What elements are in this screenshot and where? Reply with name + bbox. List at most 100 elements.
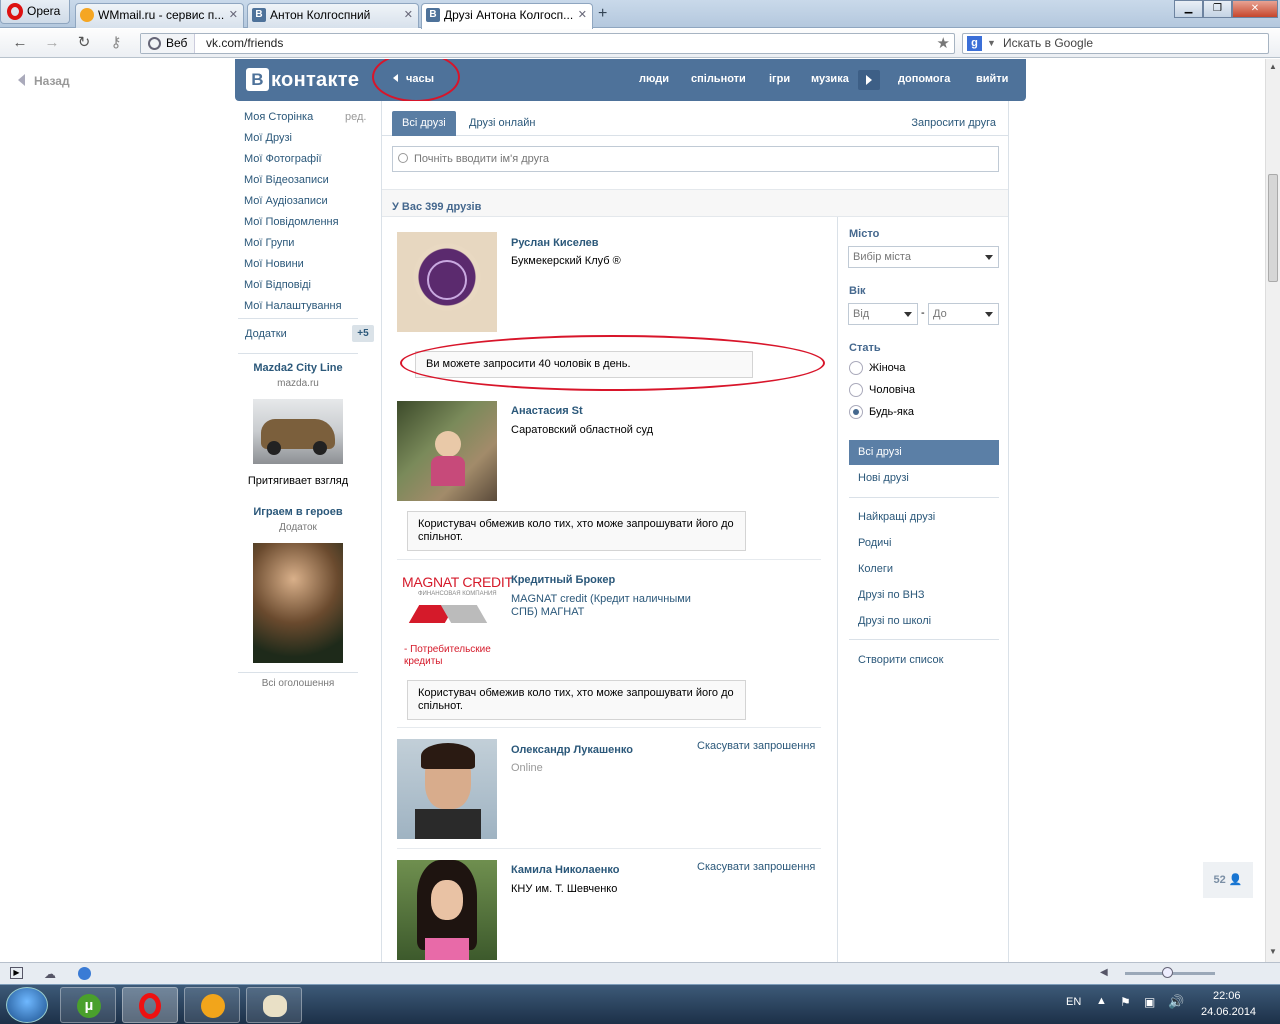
window-close-icon[interactable]: ✕ xyxy=(1232,0,1278,18)
left-menu-edit[interactable]: ред. xyxy=(345,111,366,123)
menu-games[interactable]: ігри xyxy=(769,73,790,85)
bookmark-star-icon[interactable]: ★ xyxy=(937,34,950,53)
tab-wmmail[interactable]: WMmail.ru - сервис п... ✕ xyxy=(75,3,244,28)
friend-name[interactable]: Кредитный Брокер xyxy=(511,574,615,586)
age-from-select[interactable]: Від xyxy=(848,303,918,325)
age-to-select[interactable]: До xyxy=(928,303,999,325)
forward-arrow-icon[interactable]: → xyxy=(42,35,62,53)
flag-icon[interactable]: ⚑ xyxy=(1120,995,1131,1009)
vertical-scrollbar[interactable]: ▲ ▼ xyxy=(1265,59,1280,962)
create-list-link[interactable]: Створити список xyxy=(858,654,943,666)
right-menu-relatives[interactable]: Родичі xyxy=(858,537,891,549)
friend-avatar[interactable] xyxy=(397,860,497,960)
left-menu-messages[interactable]: Мої Повідомлення xyxy=(244,216,339,228)
zoom-slider[interactable] xyxy=(1125,967,1215,978)
url-text[interactable]: vk.com/friends xyxy=(206,34,283,53)
maximize-icon[interactable]: ❐ xyxy=(1203,0,1232,18)
left-menu-answers[interactable]: Мої Відповіді xyxy=(244,279,311,291)
tab-anton[interactable]: B Антон Колгоспний ✕ xyxy=(247,3,419,28)
tab-friends-online[interactable]: Друзі онлайн xyxy=(469,111,535,136)
taskbar-opera[interactable] xyxy=(122,987,178,1023)
all-ads-link[interactable]: Всі оголошення xyxy=(238,678,358,689)
invite-friend-link[interactable]: Запросити друга xyxy=(911,111,996,136)
zoom-out-icon[interactable]: ◀ xyxy=(1100,967,1108,978)
radio-male[interactable]: Чоловіча xyxy=(849,383,915,397)
new-tab-plus-icon[interactable]: + xyxy=(598,5,607,23)
key-icon[interactable]: ⚷ xyxy=(106,35,126,53)
clock-date[interactable]: 24.06.2014 xyxy=(1201,1006,1256,1018)
friend-name[interactable]: Камила Николаенко xyxy=(511,864,620,876)
menu-communities[interactable]: спільноти xyxy=(691,73,746,85)
right-menu-university[interactable]: Друзі по ВНЗ xyxy=(858,589,925,601)
reload-icon[interactable]: ↻ xyxy=(74,35,94,53)
cloud-icon[interactable]: ☁ xyxy=(44,967,56,981)
radio-female[interactable]: Жіноча xyxy=(849,361,905,375)
scroll-down-icon[interactable]: ▼ xyxy=(1269,947,1277,956)
taskbar-paint[interactable] xyxy=(246,987,302,1023)
url-scheme-badge[interactable]: Веб xyxy=(141,34,195,53)
friend-name[interactable]: Олександр Лукашенко xyxy=(511,744,633,756)
friend-avatar[interactable] xyxy=(397,401,497,501)
address-bar[interactable]: Веб vk.com/friends ★ xyxy=(140,33,955,54)
language-indicator[interactable]: EN xyxy=(1066,996,1081,1008)
volume-icon[interactable]: 🔊 xyxy=(1168,994,1184,1010)
friend-search-input[interactable]: Почніть вводити ім'я друга xyxy=(392,146,999,172)
cancel-invite-link[interactable]: Скасувати запрошення xyxy=(697,861,815,873)
tab-close-icon[interactable]: ✕ xyxy=(404,4,413,26)
tab-all-friends[interactable]: Всі друзі xyxy=(392,111,456,136)
right-menu-colleagues[interactable]: Колеги xyxy=(858,563,893,575)
taskbar-aimp[interactable] xyxy=(184,987,240,1023)
tab-close-icon[interactable]: ✕ xyxy=(229,4,238,26)
left-menu-settings[interactable]: Мої Налаштування xyxy=(244,300,342,312)
tab-friends[interactable]: B Друзі Антона Колгосп... ✕ xyxy=(421,3,593,29)
radio-any[interactable]: Будь-яка xyxy=(849,405,914,419)
left-menu-my-page[interactable]: Моя Сторінка xyxy=(244,111,313,123)
left-menu-audio[interactable]: Мої Аудіозаписи xyxy=(244,195,328,207)
left-menu-photos[interactable]: Мої Фотографії xyxy=(244,153,322,165)
menu-help[interactable]: допомога xyxy=(898,73,950,85)
left-menu-videos[interactable]: Мої Відеозаписи xyxy=(244,174,329,186)
friend-name[interactable]: Анастасия St xyxy=(511,405,583,417)
right-menu-new-friends[interactable]: Нові друзі xyxy=(858,472,909,484)
clock-time[interactable]: 22:06 xyxy=(1213,990,1241,1002)
chevron-down-icon[interactable]: ▼ xyxy=(987,34,996,53)
network-icon[interactable]: ▣ xyxy=(1144,995,1155,1009)
scrollbar-thumb[interactable] xyxy=(1268,174,1278,282)
right-menu-best-friends[interactable]: Найкращі друзі xyxy=(858,511,935,523)
left-menu-news[interactable]: Мої Новини xyxy=(244,258,304,270)
friend-avatar[interactable] xyxy=(397,232,497,332)
friend-avatar[interactable] xyxy=(397,739,497,839)
menu-people[interactable]: люди xyxy=(639,73,669,85)
speed-dial-icon[interactable] xyxy=(78,967,91,980)
vk-logo[interactable]: Вконтакте xyxy=(246,68,359,92)
minimize-icon[interactable]: ▁ xyxy=(1174,0,1203,18)
right-menu-school[interactable]: Друзі по школі xyxy=(858,615,931,627)
ad-car-image[interactable] xyxy=(253,399,343,464)
ad-title[interactable]: Mazda2 City Line xyxy=(238,362,358,374)
friend-sub[interactable]: MAGNAT credit (Кредит наличными СПБ) МАГ… xyxy=(511,593,701,619)
left-menu-groups[interactable]: Мої Групи xyxy=(244,237,294,249)
menu-logout[interactable]: вийти xyxy=(976,73,1008,85)
start-button[interactable] xyxy=(6,987,48,1023)
zoom-knob[interactable] xyxy=(1162,967,1173,978)
scroll-up-icon[interactable]: ▲ xyxy=(1269,62,1277,71)
left-menu-apps[interactable]: Додатки xyxy=(245,328,287,340)
right-menu-all-friends[interactable]: Всі друзі xyxy=(849,440,999,465)
friend-name[interactable]: Руслан Киселев xyxy=(511,237,599,249)
taskbar-utorrent[interactable]: µ xyxy=(60,987,116,1023)
city-select[interactable]: Вибір міста xyxy=(848,246,999,268)
ad-game-image[interactable] xyxy=(253,543,343,663)
apps-badge[interactable]: +5 xyxy=(352,325,374,342)
music-play-icon[interactable] xyxy=(858,70,880,90)
browser-search-input[interactable]: g ▼ Искать в Google xyxy=(962,33,1269,54)
tray-arrow-icon[interactable]: ▲ xyxy=(1096,995,1107,1007)
online-counter[interactable]: 52 👤 xyxy=(1203,862,1253,898)
opera-menu-button[interactable]: Opera xyxy=(0,0,70,24)
ad-title[interactable]: Играем в героев xyxy=(238,506,358,518)
cancel-invite-link[interactable]: Скасувати запрошення xyxy=(697,740,815,752)
panel-toggle-icon[interactable]: ▶ xyxy=(10,967,23,979)
left-menu-friends[interactable]: Мої Друзі xyxy=(244,132,292,144)
back-arrow-icon[interactable]: ← xyxy=(10,35,30,53)
menu-music[interactable]: музика xyxy=(811,73,849,85)
back-link[interactable]: Назад xyxy=(18,74,70,88)
